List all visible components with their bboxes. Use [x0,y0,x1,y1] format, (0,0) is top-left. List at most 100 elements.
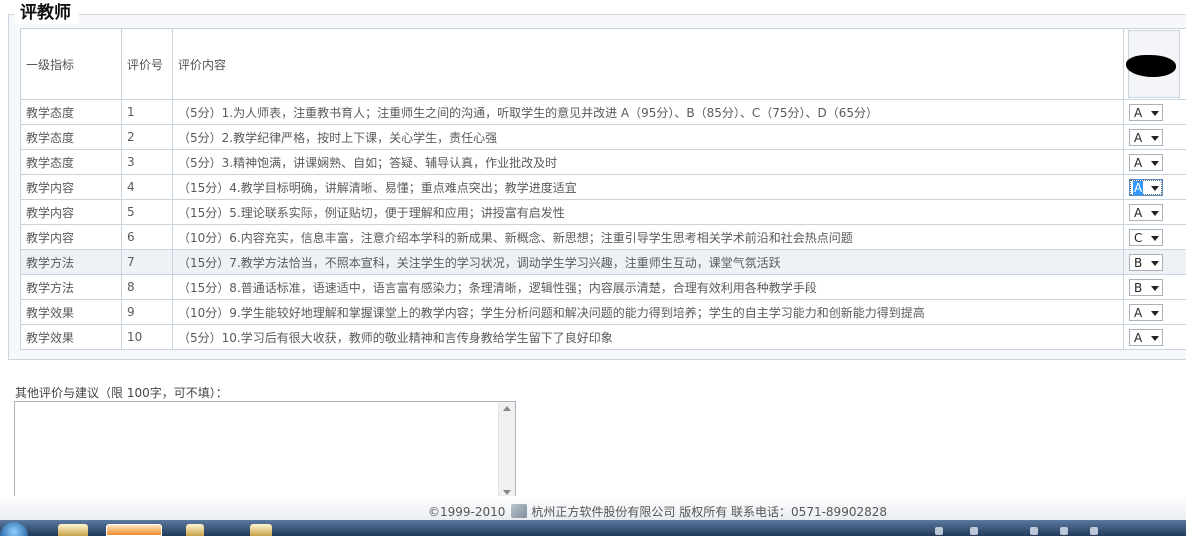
table-row: 教学态度 3 （5分）3.精神饱满，讲课娴熟、自如；答疑、辅导认真，作业批改及时 A [20,149,1186,175]
indicator-level: 教学内容 [20,199,122,225]
dropdown-arrow-icon[interactable] [1151,110,1159,116]
table-row: 教学方法 7 （15分）7.教学方法恰当，不照本宣科，关注学生的学习状况，调动学生学… [20,249,1186,275]
table-row: 教学效果 9 （10分）9.学生能较好地理解和掌握课堂上的教学内容；学生分析问题和解… [20,299,1186,325]
tray-icon[interactable] [1030,527,1038,535]
indicator-content: （15分）5.理论联系实际，例证贴切，便于理解和应用；讲授富有启发性 [172,199,1124,225]
header-no: 评价号 [121,28,173,100]
indicator-number: 4 [121,174,173,200]
company-logo-icon [511,504,528,518]
table-row: 教学内容 6 （10分）6.内容充实，信息丰富，注意介绍本学科的新成果、新概念、新思… [20,224,1186,250]
grade-value: A [1134,105,1143,120]
header-content: 评价内容 [172,28,1124,100]
dropdown-arrow-icon[interactable] [1151,185,1159,191]
grade-select[interactable]: A [1129,303,1163,321]
indicator-number: 9 [121,299,173,325]
grade-value: C [1134,230,1143,245]
table-header-row: 一级指标 评价号 评价内容 [20,28,1186,100]
grade-select[interactable]: A [1129,178,1163,196]
grade-value: A [1134,130,1143,145]
grade-select[interactable]: A [1129,203,1163,221]
dropdown-arrow-icon[interactable] [1151,235,1159,241]
comment-textarea[interactable] [14,401,516,500]
taskbar-app2-icon[interactable] [250,524,272,536]
grade-value: A [1134,205,1143,220]
indicator-number: 6 [121,224,173,250]
indicator-number: 1 [121,99,173,125]
textarea-scrollbar[interactable] [498,402,515,499]
indicator-level: 教学内容 [20,174,122,200]
taskbar-browser-icon[interactable] [106,524,162,536]
grade-value: A [1134,155,1143,170]
dropdown-arrow-icon[interactable] [1151,285,1159,291]
indicator-number: 3 [121,149,173,175]
evaluation-table: 一级指标 评价号 评价内容 教学态度 1 （5分）1.为人师表，注重教书育人；注重师… [20,28,1186,350]
grade-cell: A [1123,299,1186,325]
grade-select[interactable]: B [1129,253,1163,271]
grade-select[interactable]: B [1129,278,1163,296]
indicator-number: 7 [121,249,173,275]
indicator-level: 教学方法 [20,274,122,300]
indicator-content: （15分）4.教学目标明确，讲解清晰、易懂；重点难点突出；教学进度适宜 [172,174,1124,200]
grade-cell: A [1123,324,1186,350]
grade-value: A [1134,305,1143,320]
indicator-content: （15分）8.普通话标准，语速适中，语言富有感染力；条理清晰，逻辑性强；内容展示… [172,274,1124,300]
grade-cell: C [1123,224,1186,250]
dropdown-arrow-icon[interactable] [1151,160,1159,166]
indicator-level: 教学效果 [20,299,122,325]
table-row: 教学态度 2 （5分）2.教学纪律严格，按时上下课，关心学生，责任心强 A [20,124,1186,150]
grade-value: A [1133,180,1144,195]
indicator-number: 8 [121,274,173,300]
dropdown-arrow-icon[interactable] [1151,210,1159,216]
grade-cell: A [1123,99,1186,125]
footer-copyright: ©1999-2010 [428,505,506,519]
indicator-content: （15分）7.教学方法恰当，不照本宣科，关注学生的学习状况，调动学生学习兴趣，注… [172,249,1124,275]
taskbar-app-icon[interactable] [186,524,204,536]
indicator-level: 教学态度 [20,124,122,150]
tray-icon[interactable] [1090,527,1098,535]
indicator-content: （5分）3.精神饱满，讲课娴熟、自如；答疑、辅导认真，作业批改及时 [172,149,1124,175]
dropdown-arrow-icon[interactable] [1151,335,1159,341]
indicator-content: （5分）1.为人师表，注重教书育人；注重师生之间的沟通，听取学生的意见并改进 A… [172,99,1124,125]
grade-cell: A [1123,149,1186,175]
comment-label: 其他评价与建议（限 100字，可不填）： [15,386,228,400]
indicator-level: 教学内容 [20,224,122,250]
indicator-level: 教学效果 [20,324,122,350]
dropdown-arrow-icon[interactable] [1151,135,1159,141]
indicator-level: 教学态度 [20,149,122,175]
dropdown-arrow-icon[interactable] [1151,310,1159,316]
indicator-number: 10 [121,324,173,350]
scroll-up-arrow-icon[interactable] [503,406,511,411]
grade-value: B [1134,280,1143,295]
section-title: 评教师 [14,2,79,24]
indicator-number: 5 [121,199,173,225]
footer-company: 杭州正方软件股份有限公司 版权所有 联系电话：0571-89902828 [531,505,887,519]
scroll-down-arrow-icon[interactable] [503,490,511,495]
grade-value: A [1134,330,1143,345]
grade-select[interactable]: A [1129,103,1163,121]
grade-select[interactable]: A [1129,128,1163,146]
grade-select[interactable]: A [1129,153,1163,171]
os-taskbar [0,520,1186,536]
tray-icon[interactable] [970,527,978,535]
header-level: 一级指标 [20,28,122,100]
grade-value: B [1134,255,1143,270]
grade-cell: B [1123,274,1186,300]
indicator-content: （5分）2.教学纪律严格，按时上下课，关心学生，责任心强 [172,124,1124,150]
tray-icon[interactable] [935,527,943,535]
dropdown-arrow-icon[interactable] [1151,260,1159,266]
indicator-content: （10分）9.学生能较好地理解和掌握课堂上的教学内容；学生分析问题和解决问题的能… [172,299,1124,325]
indicator-number: 2 [121,124,173,150]
taskbar-folder-icon[interactable] [58,524,88,536]
table-row: 教学效果 10 （5分）10.学习后有很大收获，教师的敬业精神和言传身教给学生留下了… [20,324,1186,350]
indicator-level: 教学态度 [20,99,122,125]
table-row: 教学方法 8 （15分）8.普通话标准，语速适中，语言富有感染力；条理清晰，逻辑性强… [20,274,1186,300]
footer: ©1999-2010 杭州正方软件股份有限公司 版权所有 联系电话：0571-89… [428,503,887,520]
grade-select[interactable]: A [1129,328,1163,346]
tray-icon[interactable] [1060,527,1068,535]
grade-cell: A [1123,124,1186,150]
indicator-level: 教学方法 [20,249,122,275]
grade-cell: A [1123,174,1186,200]
table-row: 教学态度 1 （5分）1.为人师表，注重教书育人；注重师生之间的沟通，听取学生的意见… [20,99,1186,125]
indicator-content: （5分）10.学习后有很大收获，教师的敬业精神和言传身教给学生留下了良好印象 [172,324,1124,350]
grade-select[interactable]: C [1129,228,1163,246]
